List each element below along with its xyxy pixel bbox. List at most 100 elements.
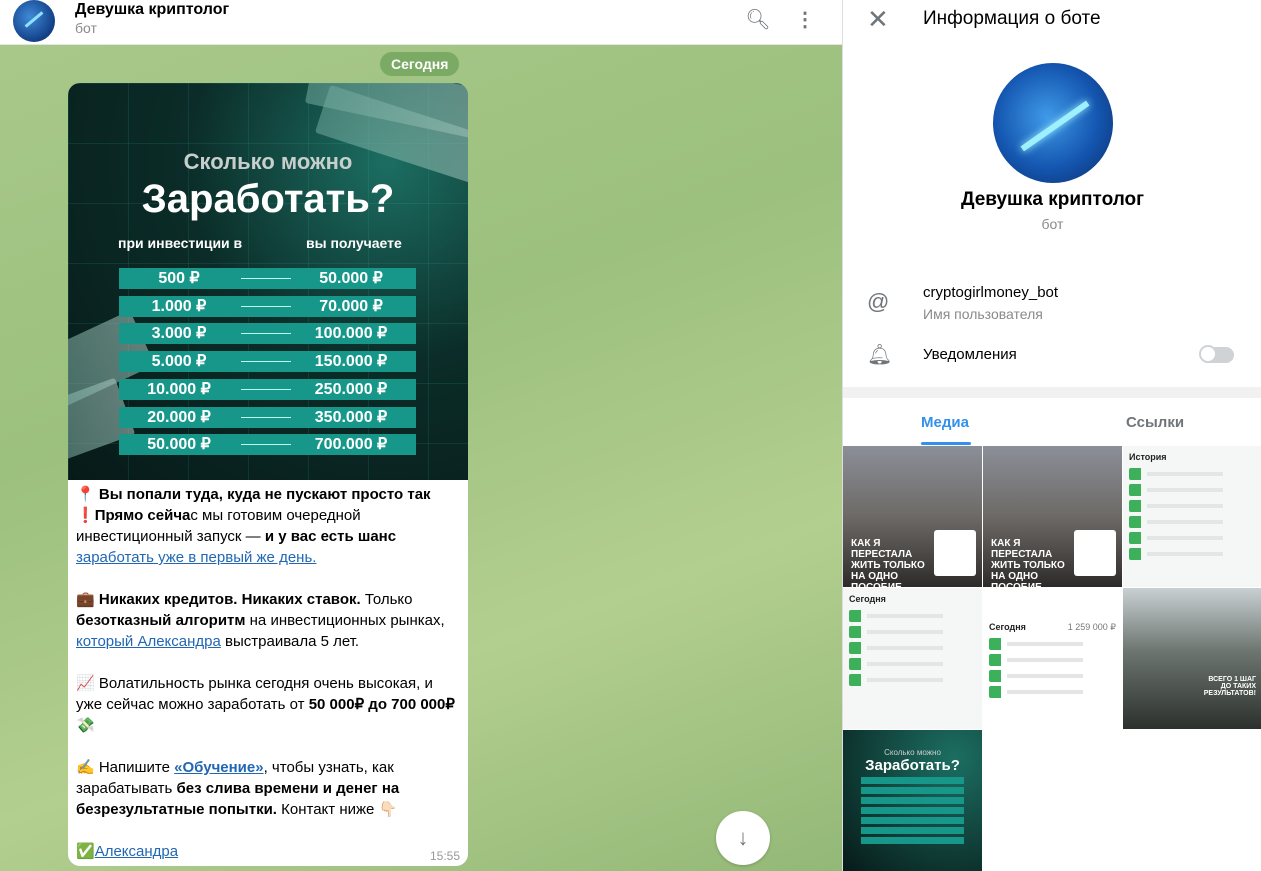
message-text-segment: Прямо сейча bbox=[94, 507, 191, 524]
message-text-segment: ✅ bbox=[76, 843, 95, 860]
message-paragraph: 📈 Волатильность рынка сегодня очень высо… bbox=[76, 673, 461, 736]
message-text-segment: ❗ bbox=[76, 507, 95, 524]
message-text-segment: 📍 bbox=[76, 486, 99, 503]
thumb-caption: Сколько можно bbox=[884, 748, 941, 757]
promo-title-line2: Заработать? bbox=[141, 177, 395, 221]
divider bbox=[843, 387, 1261, 398]
return-amount: 150.000 ₽ bbox=[314, 353, 388, 371]
bot-avatar-large[interactable] bbox=[993, 63, 1113, 183]
arrow-icon bbox=[241, 361, 291, 363]
message-paragraph: 📍 Вы попали туда, куда не пускают просто… bbox=[76, 484, 461, 505]
close-icon[interactable]: ✕ bbox=[867, 4, 889, 35]
invest-amount: 1.000 ₽ bbox=[151, 297, 207, 315]
message-link[interactable]: Александра bbox=[95, 843, 178, 860]
promo-row: 1.000 ₽ 70.000 ₽ bbox=[119, 295, 416, 317]
message-text-segment: Контакт ниже 👇🏻 bbox=[276, 801, 398, 818]
promo-row: 500 ₽ 50.000 ₽ bbox=[119, 268, 416, 289]
chat-header[interactable]: Девушка криптолог бот 🔍︎ ⋮ bbox=[0, 0, 842, 45]
media-thumb[interactable]: Сегодня 1 259 000 ₽ bbox=[983, 588, 1122, 729]
scroll-down-button[interactable]: ↓ bbox=[716, 811, 770, 865]
message-text-segment: на инвестиционных рынках, bbox=[245, 612, 445, 629]
promo-title-line1: Сколько можно bbox=[183, 149, 353, 174]
promo-image[interactable]: Сколько можно Заработать? при инвестиции… bbox=[68, 83, 468, 480]
thumb-total: 1 259 000 ₽ bbox=[1067, 622, 1116, 632]
return-amount: 100.000 ₽ bbox=[314, 325, 388, 343]
bot-info-panel: ✕ Информация о боте Девушка криптолог бо… bbox=[842, 0, 1261, 871]
message-link[interactable]: который Александра bbox=[76, 633, 221, 650]
arrow-down-icon: ↓ bbox=[737, 825, 749, 850]
invest-amount: 5.000 ₽ bbox=[151, 353, 207, 371]
chat-title[interactable]: Девушка криптолог bbox=[75, 1, 229, 19]
message-paragraph: ❗Прямо сейчас мы готовим очередной инвес… bbox=[76, 505, 461, 568]
chat-area: Девушка криптолог бот 🔍︎ ⋮ Сегодня Сколь… bbox=[0, 0, 842, 871]
search-icon[interactable]: 🔍︎ bbox=[744, 6, 772, 34]
message-text-segment: 💸 bbox=[76, 717, 95, 734]
message-text-segment: выстраивала 5 лет. bbox=[220, 633, 360, 650]
promo-row: 50.000 ₽ 700.000 ₽ bbox=[119, 434, 416, 456]
media-thumb[interactable]: КАК Я ПЕРЕСТАЛА ЖИТЬ ТОЛЬКО НА ОДНО ПОСО… bbox=[983, 446, 1122, 587]
return-amount: 50.000 ₽ bbox=[319, 270, 383, 287]
message-paragraph bbox=[76, 736, 461, 757]
arrow-icon bbox=[241, 416, 291, 418]
message-text-segment: безотказный алгоритм bbox=[76, 612, 246, 629]
active-tab-indicator bbox=[921, 442, 971, 445]
return-amount: 250.000 ₽ bbox=[314, 380, 388, 398]
promo-row: 3.000 ₽ 100.000 ₽ bbox=[119, 323, 416, 345]
message-paragraph bbox=[76, 568, 461, 589]
thumb-caption: История bbox=[1129, 452, 1167, 462]
thumb-caption: Сегодня bbox=[989, 622, 1026, 632]
message-text-segment: 💼 bbox=[76, 591, 99, 608]
at-sign-icon: @ bbox=[867, 289, 890, 314]
tab-links[interactable]: Ссылки bbox=[1126, 414, 1184, 431]
message-link[interactable]: «Обучение» bbox=[174, 759, 263, 776]
media-thumb[interactable]: Сколько можно Заработать? bbox=[843, 730, 982, 871]
promo-col-invest: при инвестиции в bbox=[118, 235, 243, 251]
media-thumb[interactable]: Сегодня bbox=[843, 588, 982, 729]
message-paragraph: ✅Александра bbox=[76, 841, 461, 862]
tab-media[interactable]: Медиа bbox=[921, 414, 969, 431]
notifications-toggle[interactable] bbox=[1199, 345, 1234, 363]
media-thumb[interactable]: ВСЕГО 1 ШАГ ДО ТАКИХ РЕЗУЛЬТАТОВ! bbox=[1123, 588, 1261, 729]
message-text-segment: Только bbox=[360, 591, 413, 608]
date-divider: Сегодня bbox=[380, 52, 460, 76]
return-amount: 350.000 ₽ bbox=[314, 408, 388, 426]
thumb-caption: Заработать? bbox=[865, 757, 960, 774]
message-bubble: Сколько можно Заработать? при инвестиции… bbox=[68, 83, 468, 866]
promo-row: 10.000 ₽ 250.000 ₽ bbox=[119, 378, 416, 400]
invest-amount: 500 ₽ bbox=[158, 270, 200, 287]
media-thumb[interactable]: КАК Я ПЕРЕСТАЛА ЖИТЬ ТОЛЬКО НА ОДНО ПОСО… bbox=[843, 446, 982, 587]
panel-title: Информация о боте bbox=[923, 8, 1101, 29]
arrow-icon bbox=[241, 388, 291, 390]
arrow-icon bbox=[241, 305, 291, 307]
media-thumb[interactable]: История bbox=[1123, 446, 1261, 587]
message-time: 15:55 bbox=[429, 849, 460, 863]
return-amount: 700.000 ₽ bbox=[314, 436, 388, 454]
invest-amount: 3.000 ₽ bbox=[151, 325, 207, 343]
message-text-segment: ✍️ Напишите bbox=[76, 759, 175, 776]
invest-amount: 20.000 ₽ bbox=[147, 408, 211, 426]
more-vertical-icon[interactable]: ⋮ bbox=[791, 6, 819, 34]
username-value[interactable]: cryptogirlmoney_bot bbox=[923, 284, 1058, 301]
return-amount: 70.000 ₽ bbox=[319, 297, 383, 315]
message-text-segment: Никаких кредитов. Никаких ставок. bbox=[98, 591, 361, 608]
thumb-caption: КАК Я ПЕРЕСТАЛА ЖИТЬ ТОЛЬКО НА ОДНО ПОСО… bbox=[991, 538, 1065, 587]
bell-icon: 🔔︎ bbox=[867, 344, 893, 366]
media-grid: КАК Я ПЕРЕСТАЛА ЖИТЬ ТОЛЬКО НА ОДНО ПОСО… bbox=[843, 446, 1261, 871]
bot-name: Девушка криптолог bbox=[960, 189, 1145, 210]
message-paragraph bbox=[76, 820, 461, 841]
invest-amount: 10.000 ₽ bbox=[147, 380, 211, 398]
thumb-caption: Сегодня bbox=[849, 594, 886, 604]
username-label: Имя пользователя bbox=[923, 306, 1043, 322]
arrow-icon bbox=[241, 444, 291, 446]
thumb-caption: ВСЕГО 1 ШАГ ДО ТАКИХ РЕЗУЛЬТАТОВ! bbox=[1203, 676, 1256, 697]
message-text-segment: Вы попали туда, куда не пускают просто т… bbox=[98, 486, 431, 503]
promo-col-get: вы получаете bbox=[306, 235, 402, 251]
message-paragraph: 💼 Никаких кредитов. Никаких ставок. Толь… bbox=[76, 589, 461, 652]
message-text-segment: 50 000₽ до 700 000₽ bbox=[308, 696, 455, 713]
message-text: 📍 Вы попали туда, куда не пускают просто… bbox=[76, 484, 461, 862]
message-text-segment: и у вас есть шанс bbox=[264, 528, 397, 545]
message-paragraph: ✍️ Напишите «Обучение», чтобы узнать, ка… bbox=[76, 757, 461, 820]
chat-status: бот bbox=[75, 20, 97, 36]
message-link[interactable]: заработать уже в первый же день. bbox=[76, 549, 316, 566]
bot-avatar[interactable] bbox=[13, 0, 55, 42]
